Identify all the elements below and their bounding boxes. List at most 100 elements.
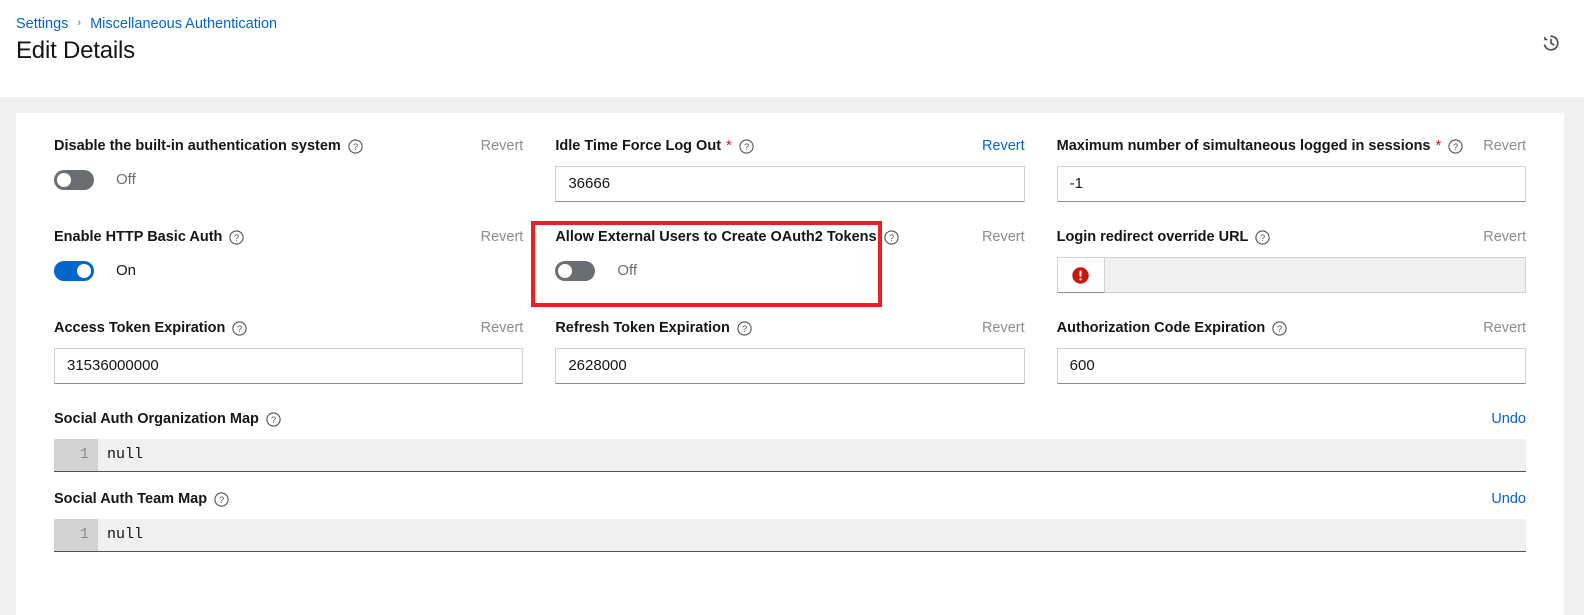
toggle-enable-http-basic-auth[interactable] (54, 261, 94, 281)
toggle-disable-builtin-auth[interactable] (54, 170, 94, 190)
social-auth-team-map-editor[interactable]: 1 null (54, 519, 1526, 552)
toggle-allow-external-users-oauth2-tokens[interactable] (555, 261, 596, 281)
revert-link[interactable]: Revert (1483, 317, 1526, 339)
help-icon[interactable]: ? (229, 229, 245, 245)
svg-text:?: ? (742, 324, 747, 334)
help-icon[interactable]: ? (214, 491, 229, 507)
toggle-state-label: Off (116, 171, 136, 188)
edit-details-page: Settings › Miscellaneous Authentication … (0, 0, 1584, 615)
page-body: Disable the built-in authentication syst… (0, 97, 1584, 615)
breadcrumb: Settings › Miscellaneous Authentication (16, 15, 277, 33)
field-max-simultaneous-sessions: Maximum number of simultaneous logged in… (1041, 135, 1542, 202)
field-authorization-code-expiration: Authorization Code Expiration ? Revert 6… (1041, 317, 1542, 384)
field-refresh-token-expiration: Refresh Token Expiration ? Revert 262800… (539, 317, 1040, 384)
field-header: Social Auth Organization Map ? Undo (54, 408, 1526, 430)
field-header: Authorization Code Expiration ? Revert (1057, 317, 1526, 339)
help-icon[interactable]: ? (266, 411, 281, 427)
breadcrumb-separator-icon: › (77, 17, 82, 29)
field-label: Idle Time Force Log Out (555, 138, 722, 154)
code-content[interactable]: null (98, 519, 1526, 551)
revert-link[interactable]: Revert (481, 226, 524, 248)
svg-text:?: ? (219, 495, 224, 505)
toggle-knob (57, 173, 71, 187)
page-header: Settings › Miscellaneous Authentication … (0, 0, 1584, 97)
social-auth-organization-map-editor[interactable]: 1 null (54, 439, 1526, 472)
settings-form: Disable the built-in authentication syst… (38, 135, 1542, 568)
field-label: Access Token Expiration (54, 320, 226, 336)
field-header: Social Auth Team Map ? Undo (54, 488, 1526, 510)
code-content[interactable]: null (98, 439, 1526, 471)
field-label: Enable HTTP Basic Auth (54, 229, 223, 245)
svg-text:?: ? (1277, 324, 1282, 334)
breadcrumb-item-misc-auth[interactable]: Miscellaneous Authentication (90, 15, 277, 33)
undo-link[interactable]: Undo (1491, 408, 1526, 430)
svg-text:?: ? (1453, 142, 1458, 152)
help-icon[interactable]: ? (1255, 229, 1271, 245)
idle-time-force-log-out-input[interactable]: 36666 (555, 166, 1025, 202)
switch-row: Off (555, 257, 1024, 285)
field-social-auth-organization-map: Social Auth Organization Map ? Undo 1 nu (38, 408, 1542, 472)
help-icon[interactable]: ? (348, 138, 363, 154)
revert-link[interactable]: Revert (1483, 135, 1526, 157)
page-title: Edit Details (16, 37, 135, 64)
undo-link[interactable]: Undo (1491, 488, 1526, 510)
svg-text:?: ? (271, 415, 276, 425)
field-label: Social Auth Team Map (54, 491, 208, 507)
required-indicator: * (1435, 137, 1442, 154)
revert-link[interactable]: Revert (982, 226, 1025, 248)
history-icon[interactable] (1534, 26, 1568, 60)
authorization-code-expiration-input[interactable]: 600 (1056, 348, 1526, 384)
revert-link[interactable]: Revert (982, 317, 1025, 339)
revert-link[interactable]: Revert (481, 135, 524, 157)
revert-link[interactable]: Revert (1483, 226, 1526, 248)
field-allow-external-users-oauth2-tokens: Allow External Users to Create OAuth2 To… (539, 226, 1040, 293)
field-label: Login redirect override URL (1056, 229, 1249, 245)
help-icon[interactable]: ? (737, 320, 752, 336)
exclamation-circle-icon[interactable] (1056, 257, 1105, 293)
revert-link[interactable]: Revert (982, 135, 1025, 157)
field-header: Access Token Expiration ? Revert (54, 317, 523, 339)
field-idle-time-force-log-out: Idle Time Force Log Out * ? Revert 36666 (539, 135, 1040, 202)
field-login-redirect-override-url: Login redirect override URL ? Revert (1041, 226, 1542, 293)
svg-text:?: ? (353, 142, 358, 152)
field-enable-http-basic-auth: Enable HTTP Basic Auth ? Revert On (38, 226, 539, 293)
field-header: Idle Time Force Log Out * ? Revert (555, 135, 1024, 157)
field-header: Disable the built-in authentication syst… (54, 135, 523, 157)
field-header: Login redirect override URL ? Revert (1057, 226, 1526, 248)
login-redirect-override-url-input[interactable] (1104, 257, 1526, 293)
field-header: Maximum number of simultaneous logged in… (1057, 135, 1526, 157)
refresh-token-expiration-input[interactable]: 2628000 (555, 348, 1025, 384)
field-label: Refresh Token Expiration (555, 320, 730, 336)
revert-link[interactable]: Revert (481, 317, 524, 339)
required-indicator: * (726, 137, 732, 154)
toggle-state-label: Off (617, 262, 638, 279)
access-token-expiration-input[interactable]: 31536000000 (54, 348, 524, 384)
max-simultaneous-sessions-input[interactable]: -1 (1056, 166, 1526, 202)
login-redirect-override-url-input-group (1056, 257, 1526, 293)
help-icon[interactable]: ? (739, 138, 754, 154)
svg-text:?: ? (889, 233, 894, 243)
code-line-number: 1 (54, 519, 98, 551)
field-access-token-expiration: Access Token Expiration ? Revert 3153600… (38, 317, 539, 384)
field-disable-builtin-auth: Disable the built-in authentication syst… (38, 135, 539, 202)
breadcrumb-item-settings[interactable]: Settings (16, 15, 68, 33)
settings-card: Disable the built-in authentication syst… (16, 113, 1564, 615)
toggle-knob (558, 264, 573, 278)
code-line-number: 1 (54, 439, 98, 471)
help-icon[interactable]: ? (1272, 320, 1287, 336)
field-label: Allow External Users to Create OAuth2 To… (555, 229, 877, 245)
field-label: Social Auth Organization Map (54, 411, 259, 427)
help-icon[interactable]: ? (1448, 138, 1463, 154)
field-header: Allow External Users to Create OAuth2 To… (555, 226, 1024, 248)
field-label: Authorization Code Expiration (1056, 320, 1266, 336)
svg-text:?: ? (237, 324, 242, 334)
help-icon[interactable]: ? (883, 229, 899, 245)
field-label: Maximum number of simultaneous logged in… (1056, 138, 1431, 154)
toggle-state-label: On (116, 262, 137, 279)
toggle-knob (77, 264, 91, 278)
switch-row: Off (54, 166, 523, 194)
field-header: Enable HTTP Basic Auth ? Revert (54, 226, 523, 248)
field-label: Disable the built-in authentication syst… (54, 138, 341, 154)
help-icon[interactable]: ? (232, 320, 248, 336)
field-header: Refresh Token Expiration ? Revert (555, 317, 1024, 339)
